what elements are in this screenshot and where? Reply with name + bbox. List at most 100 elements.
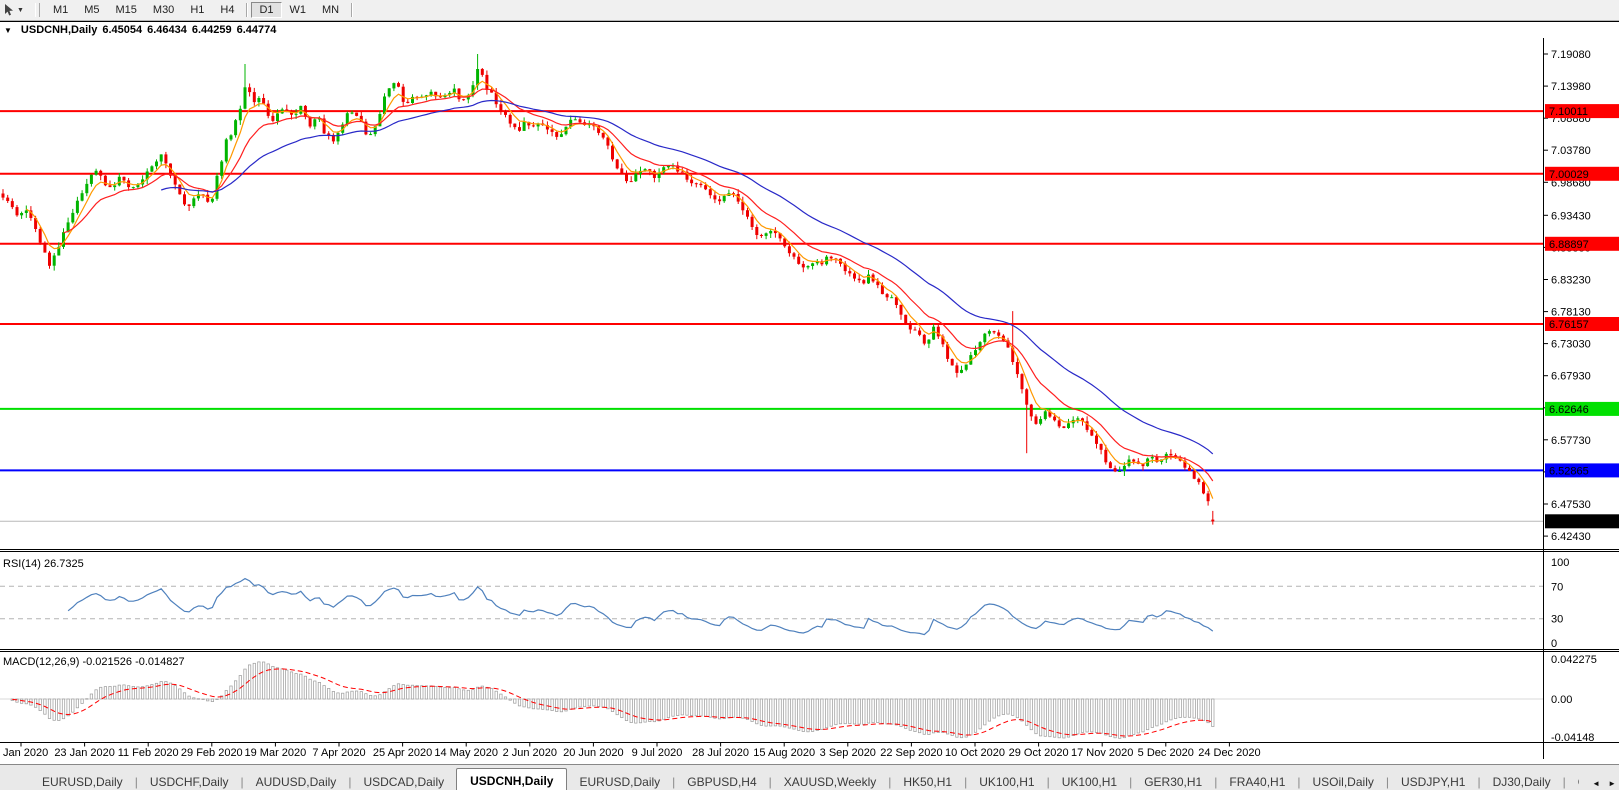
trading-platform-window: ▼ M1 M5 M15 M30 H1 H4 D1 W1 MN ▼ USDCNH,Daily 6.… <box>0 0 1619 790</box>
toolbar-grip[interactable] <box>34 3 40 17</box>
ma-slow-line <box>161 99 1214 455</box>
symbol-tab-usdcnh-daily[interactable]: USDCNH,Daily <box>456 768 568 790</box>
cursor-tool-icon[interactable] <box>4 3 15 17</box>
macd-axis-zero-label: 0.00 <box>1551 694 1572 706</box>
macd-axis-top-label: 0.042275 <box>1551 654 1597 666</box>
level-price-label: 7.00029 <box>1549 169 1589 181</box>
date-tick-label: 15 Aug 2020 <box>753 747 815 759</box>
symbol-tab-usdjpy-h1[interactable]: USDJPY,H1 <box>1389 770 1477 790</box>
chart-canvas[interactable]: 7.190807.139807.088807.037806.986806.934… <box>0 38 1619 759</box>
date-tick-label: 25 Apr 2020 <box>373 747 432 759</box>
timeframe-button-m1[interactable]: M1 <box>45 2 76 18</box>
timeframe-button-mn[interactable]: MN <box>314 2 347 18</box>
symbol-tab-audusd-daily[interactable]: AUDUSD,Daily <box>244 770 349 790</box>
macd-label: MACD(12,26,9) -0.021526 -0.014827 <box>3 656 185 668</box>
timeframe-button-m15[interactable]: M15 <box>108 2 145 18</box>
symbol-tab-eurusd-daily[interactable]: EURUSD,Daily <box>567 770 672 790</box>
rsi-axis-label: 30 <box>1551 614 1563 626</box>
macd-axis-bottom-label: -0.04148 <box>1551 732 1594 744</box>
toolbar-separator <box>351 3 353 17</box>
symbol-tab-eurusd-daily[interactable]: EURUSD,Daily <box>30 770 135 790</box>
date-tick-label: 3 Sep 2020 <box>820 747 876 759</box>
chart-open-value: 6.45054 <box>102 24 143 36</box>
price-tick-label: 6.83230 <box>1551 275 1591 287</box>
timeframe-button-d1[interactable]: D1 <box>251 2 282 18</box>
price-axis[interactable]: 7.190807.139807.088807.037806.986806.934… <box>1543 38 1619 759</box>
candlesticks <box>1 54 1215 525</box>
date-tick-label: 11 Feb 2020 <box>118 747 179 759</box>
level-price-label: 6.76157 <box>1549 319 1589 331</box>
date-tick-label: 28 Jul 2020 <box>692 747 749 759</box>
timeframe-button-m5[interactable]: M5 <box>76 2 107 18</box>
date-tick-label: 24 Dec 2020 <box>1198 747 1260 759</box>
symbol-tab-usdcad-daily[interactable]: USDCAD,Daily <box>351 770 456 790</box>
symbol-tab-gbpusd-h4[interactable]: GBPUSD,H4 <box>675 770 768 790</box>
chart-low-value: 6.44259 <box>191 24 232 36</box>
timeframe-button-h4[interactable]: H4 <box>212 2 242 18</box>
timeframe-toolbar: ▼ M1 M5 M15 M30 H1 H4 D1 W1 MN <box>0 0 1619 21</box>
date-tick-label: 7 Apr 2020 <box>312 747 365 759</box>
symbol-tab-usoil-daily[interactable]: USOil,Daily <box>1301 770 1386 790</box>
chart-high-value: 6.46434 <box>147 24 187 36</box>
date-tick-label: 10 Oct 2020 <box>945 747 1005 759</box>
rsi-axis-label: 70 <box>1551 581 1563 593</box>
chart-symbol-label: USDCNH,Daily <box>20 24 98 36</box>
macd-panel: MACD(12,26,9) -0.021526 -0.014827 0.04227… <box>0 654 1597 744</box>
rsi-axis-label: 0 <box>1551 638 1557 650</box>
date-tick-label: 17 Nov 2020 <box>1071 747 1133 759</box>
price-tick-label: 6.67930 <box>1551 371 1591 383</box>
timeframe-button-w1[interactable]: W1 <box>282 2 315 18</box>
symbol-tab-hk50-h1[interactable]: HK50,H1 <box>891 770 964 790</box>
date-tick-label: 20 Jun 2020 <box>563 747 624 759</box>
rsi-line <box>67 577 1214 636</box>
chart-close-value: 6.44774 <box>236 24 277 36</box>
symbol-tab-ger30-h1[interactable]: GER30,H1 <box>1132 770 1214 790</box>
symbol-tab-uk100-h1[interactable]: UK100,H1 <box>1050 770 1129 790</box>
price-tick-label: 6.93430 <box>1551 210 1591 222</box>
date-tick-label: 19 Mar 2020 <box>245 747 307 759</box>
date-tick-label: 5 Dec 2020 <box>1138 747 1194 759</box>
level-price-label: 7.10011 <box>1549 106 1588 118</box>
date-axis[interactable]: 4 Jan 2020 23 Jan 202011 Feb 202029 Feb 2… <box>0 742 1261 760</box>
tabs-scroll-right-icon[interactable]: ► <box>1608 779 1616 788</box>
price-tick-label: 6.57730 <box>1551 435 1591 447</box>
price-tick-label: 7.13980 <box>1551 81 1591 93</box>
price-tick-label: 6.42430 <box>1551 531 1591 543</box>
toolbar-dropdown-caret-icon[interactable]: ▼ <box>17 7 24 14</box>
symbol-tab-fra40-h1[interactable]: FRA40,H1 <box>1217 770 1297 790</box>
price-tick-label: 7.03780 <box>1551 145 1591 157</box>
tabs-scroll-left-icon[interactable]: ◄ <box>1592 779 1600 788</box>
ma-fast-line <box>25 80 1214 499</box>
date-tick-label: 2 Jun 2020 <box>503 747 557 759</box>
price-tick-label: 7.19080 <box>1551 49 1591 61</box>
symbol-tab-xauusd-weekly[interactable]: XAUUSD,Weekly <box>772 770 888 790</box>
date-tick-label: 4 Jan 2020 <box>0 747 48 759</box>
toolbar-separator <box>246 3 248 17</box>
timeframe-button-m30[interactable]: M30 <box>145 2 182 18</box>
date-tick-label: 29 Oct 2020 <box>1009 747 1069 759</box>
level-price-label: 6.62646 <box>1549 404 1589 416</box>
date-tick-label: 22 Sep 2020 <box>880 747 942 759</box>
rsi-axis-label: 100 <box>1551 557 1569 569</box>
symbol-tab-uk100-h1[interactable]: UK100,H1 <box>967 770 1046 790</box>
level-price-label: 6.44774 <box>1549 516 1589 528</box>
symbol-tab-usdchf-daily[interactable]: USDCHF,Daily <box>138 770 241 790</box>
timeframe-button-h1[interactable]: H1 <box>182 2 212 18</box>
horizontal-level-lines[interactable] <box>0 110 1543 472</box>
date-tick-label: 29 Feb 2020 <box>181 747 243 759</box>
price-tick-label: 6.73030 <box>1551 339 1591 351</box>
price-tick-label: 6.47530 <box>1551 499 1591 511</box>
date-tick-label: 9 Jul 2020 <box>632 747 683 759</box>
level-price-label: 6.52865 <box>1549 465 1589 477</box>
level-price-label: 6.88897 <box>1549 239 1589 251</box>
chart-header: ▼ USDCNH,Daily 6.45054 6.46434 6.44259 6… <box>0 22 1619 38</box>
date-tick-label: 23 Jan 2020 <box>54 747 115 759</box>
price-tick-label: 6.78130 <box>1551 307 1591 319</box>
symbol-tab-dj30-daily[interactable]: DJ30,Daily <box>1481 770 1563 790</box>
rsi-label: RSI(14) 26.7325 <box>3 558 84 570</box>
chart-menu-triangle-icon[interactable]: ▼ <box>4 26 12 35</box>
date-tick-label: 14 May 2020 <box>434 747 498 759</box>
symbol-tab-china300-h1[interactable]: CHINA300,H1 <box>1566 770 1579 790</box>
symbol-tabs-bar: EURUSD,Daily | USDCHF,Daily | AUDUSD,Daily | U… <box>0 764 1619 790</box>
rsi-panel: RSI(14) 26.7325 100 70 30 0 <box>0 557 1569 650</box>
